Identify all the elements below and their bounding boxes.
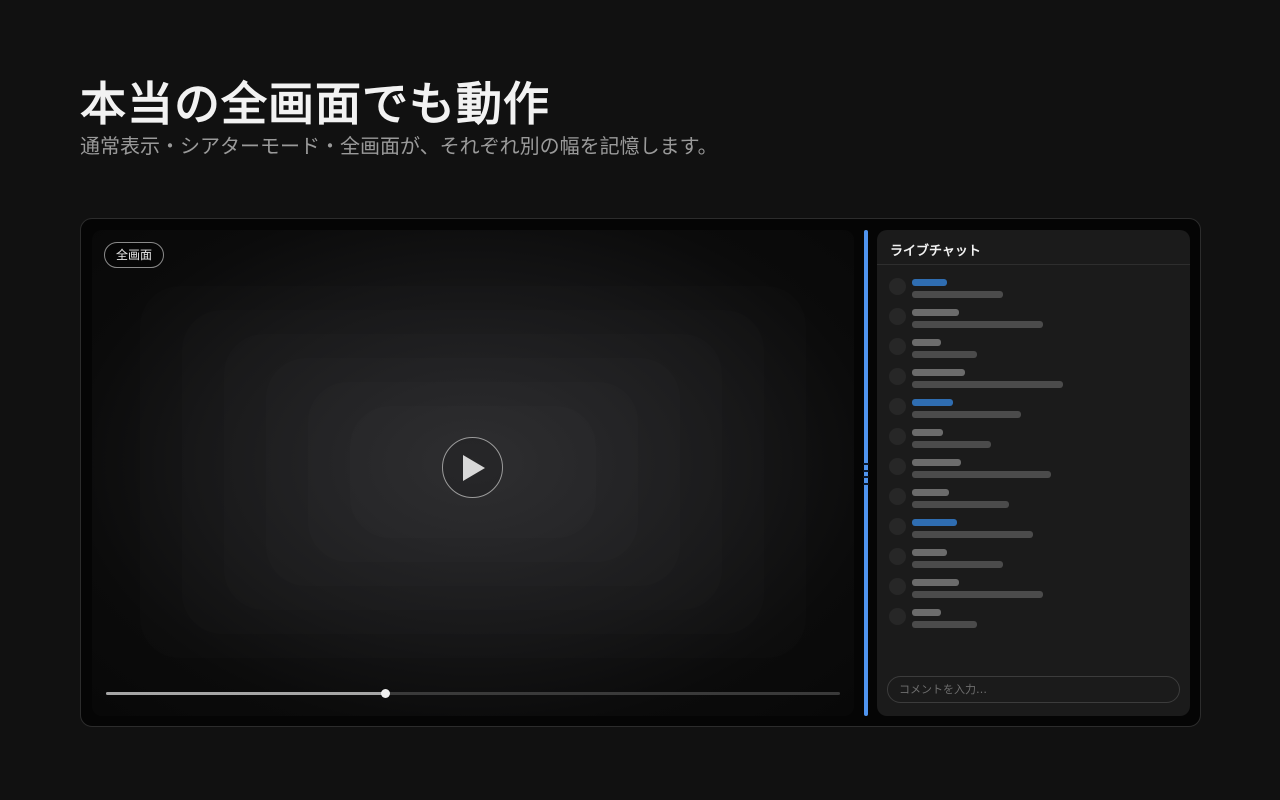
chat-author-placeholder (912, 489, 949, 496)
chat-text-placeholder (912, 411, 1021, 418)
chat-message (889, 338, 1179, 368)
chat-message-list (889, 278, 1179, 638)
chat-author-placeholder (912, 429, 943, 436)
chat-message (889, 308, 1179, 338)
avatar (889, 278, 906, 295)
chat-message (889, 518, 1179, 548)
chat-author-placeholder (912, 579, 959, 586)
avatar (889, 308, 906, 325)
chat-author-placeholder (912, 309, 959, 316)
chat-author-placeholder (912, 339, 941, 346)
chat-text-placeholder (912, 291, 1003, 298)
chat-author-placeholder (912, 519, 957, 526)
chat-author-placeholder (912, 279, 947, 286)
chat-text-placeholder (912, 441, 991, 448)
chat-text-placeholder (912, 501, 1009, 508)
chat-text-placeholder (912, 381, 1063, 388)
chat-author-placeholder (912, 609, 941, 616)
avatar (889, 398, 906, 415)
chat-author-placeholder (912, 369, 965, 376)
seek-bar-played (106, 692, 385, 695)
chat-title: ライブチャット (877, 230, 1190, 265)
chat-text-placeholder (912, 531, 1033, 538)
chat-message (889, 428, 1179, 458)
chat-message (889, 548, 1179, 578)
avatar (889, 458, 906, 475)
chat-message (889, 368, 1179, 398)
avatar (889, 338, 906, 355)
play-button[interactable] (442, 437, 503, 498)
chat-message (889, 458, 1179, 488)
chat-message (889, 608, 1179, 638)
seek-bar-thumb[interactable] (380, 689, 390, 698)
chat-text-placeholder (912, 351, 977, 358)
chat-message (889, 398, 1179, 428)
avatar (889, 578, 906, 595)
resize-grip-icon (863, 463, 869, 485)
fullscreen-mode-badge: 全画面 (104, 242, 165, 268)
chat-message (889, 278, 1179, 308)
page-subtitle: 通常表示・シアターモード・全画面が、それぞれ別の幅を記憶します。 (80, 134, 718, 158)
chat-text-placeholder (912, 621, 977, 628)
avatar (889, 608, 906, 625)
chat-comment-input[interactable] (887, 676, 1180, 703)
chat-author-placeholder (912, 399, 953, 406)
chat-text-placeholder (912, 591, 1043, 598)
avatar (889, 428, 906, 445)
chat-author-placeholder (912, 549, 947, 556)
avatar (889, 518, 906, 535)
avatar (889, 368, 906, 385)
panel-resize-handle[interactable] (863, 230, 869, 716)
chat-message (889, 488, 1179, 518)
live-chat-panel: ライブチャット (877, 230, 1190, 716)
app-frame: 全画面 ライブチャット (80, 218, 1201, 727)
video-player[interactable]: 全画面 (92, 230, 854, 716)
chat-text-placeholder (912, 471, 1051, 478)
chat-text-placeholder (912, 321, 1043, 328)
page-title: 本当の全画面でも動作 (80, 77, 550, 131)
play-icon (462, 454, 485, 481)
chat-author-placeholder (912, 459, 961, 466)
seek-bar[interactable] (106, 689, 840, 698)
chat-message (889, 578, 1179, 608)
avatar (889, 548, 906, 565)
chat-text-placeholder (912, 561, 1003, 568)
avatar (889, 488, 906, 505)
